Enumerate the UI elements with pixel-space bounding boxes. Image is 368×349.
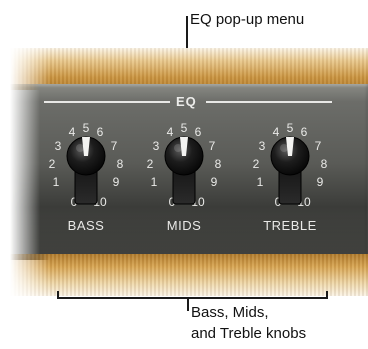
eq-divider-right	[206, 101, 332, 103]
bass-knob-label: BASS	[67, 218, 105, 233]
knob-scale-number: 8	[214, 157, 222, 171]
bracket-right-tick	[326, 291, 328, 299]
eq-divider-left	[44, 101, 170, 103]
bracket-bar	[57, 297, 327, 299]
knob-scale-number: 2	[48, 157, 56, 171]
knob-scale-number: 8	[116, 157, 124, 171]
bass-knob[interactable]	[61, 134, 111, 210]
treble-knob[interactable]	[265, 134, 315, 210]
knob-scale-number: 2	[252, 157, 260, 171]
knob-scale-number: 5	[82, 121, 90, 135]
knob-scale-number: 5	[286, 121, 294, 135]
bracket-stem	[187, 297, 189, 311]
mids-knob[interactable]	[159, 134, 209, 210]
knob-scale-number: 5	[180, 121, 188, 135]
mids-knob-label: MIDS	[166, 218, 202, 233]
amp-eq-panel: EQ 0 1 2 3 4 5 6 7 8 9 10 BASS 0 1 2 3 4 5 6 7 8 9 10	[10, 48, 368, 296]
knob-scale-number: 9	[210, 175, 218, 189]
eq-popup-menu[interactable]: EQ	[176, 94, 197, 109]
knob-scale-number: 2	[146, 157, 154, 171]
knob-scale-number: 9	[316, 175, 324, 189]
eq-menu-callout-text: EQ pop-up menu	[190, 11, 305, 28]
mids-knob-group: 0 1 2 3 4 5 6 7 8 9 10 MIDS	[142, 112, 226, 262]
knobs-callout-text-line2: and Treble knobs	[191, 325, 307, 342]
knobs-callout-text-line1: Bass, Mids,	[191, 304, 269, 321]
knob-scale-number: 9	[112, 175, 120, 189]
treble-knob-label: TREBLE	[263, 218, 317, 233]
knob-scale-number: 8	[320, 157, 328, 171]
bass-knob-group: 0 1 2 3 4 5 6 7 8 9 10 BASS	[44, 112, 128, 262]
treble-knob-group: 0 1 2 3 4 5 6 7 8 9 10 TREBLE	[248, 112, 332, 262]
